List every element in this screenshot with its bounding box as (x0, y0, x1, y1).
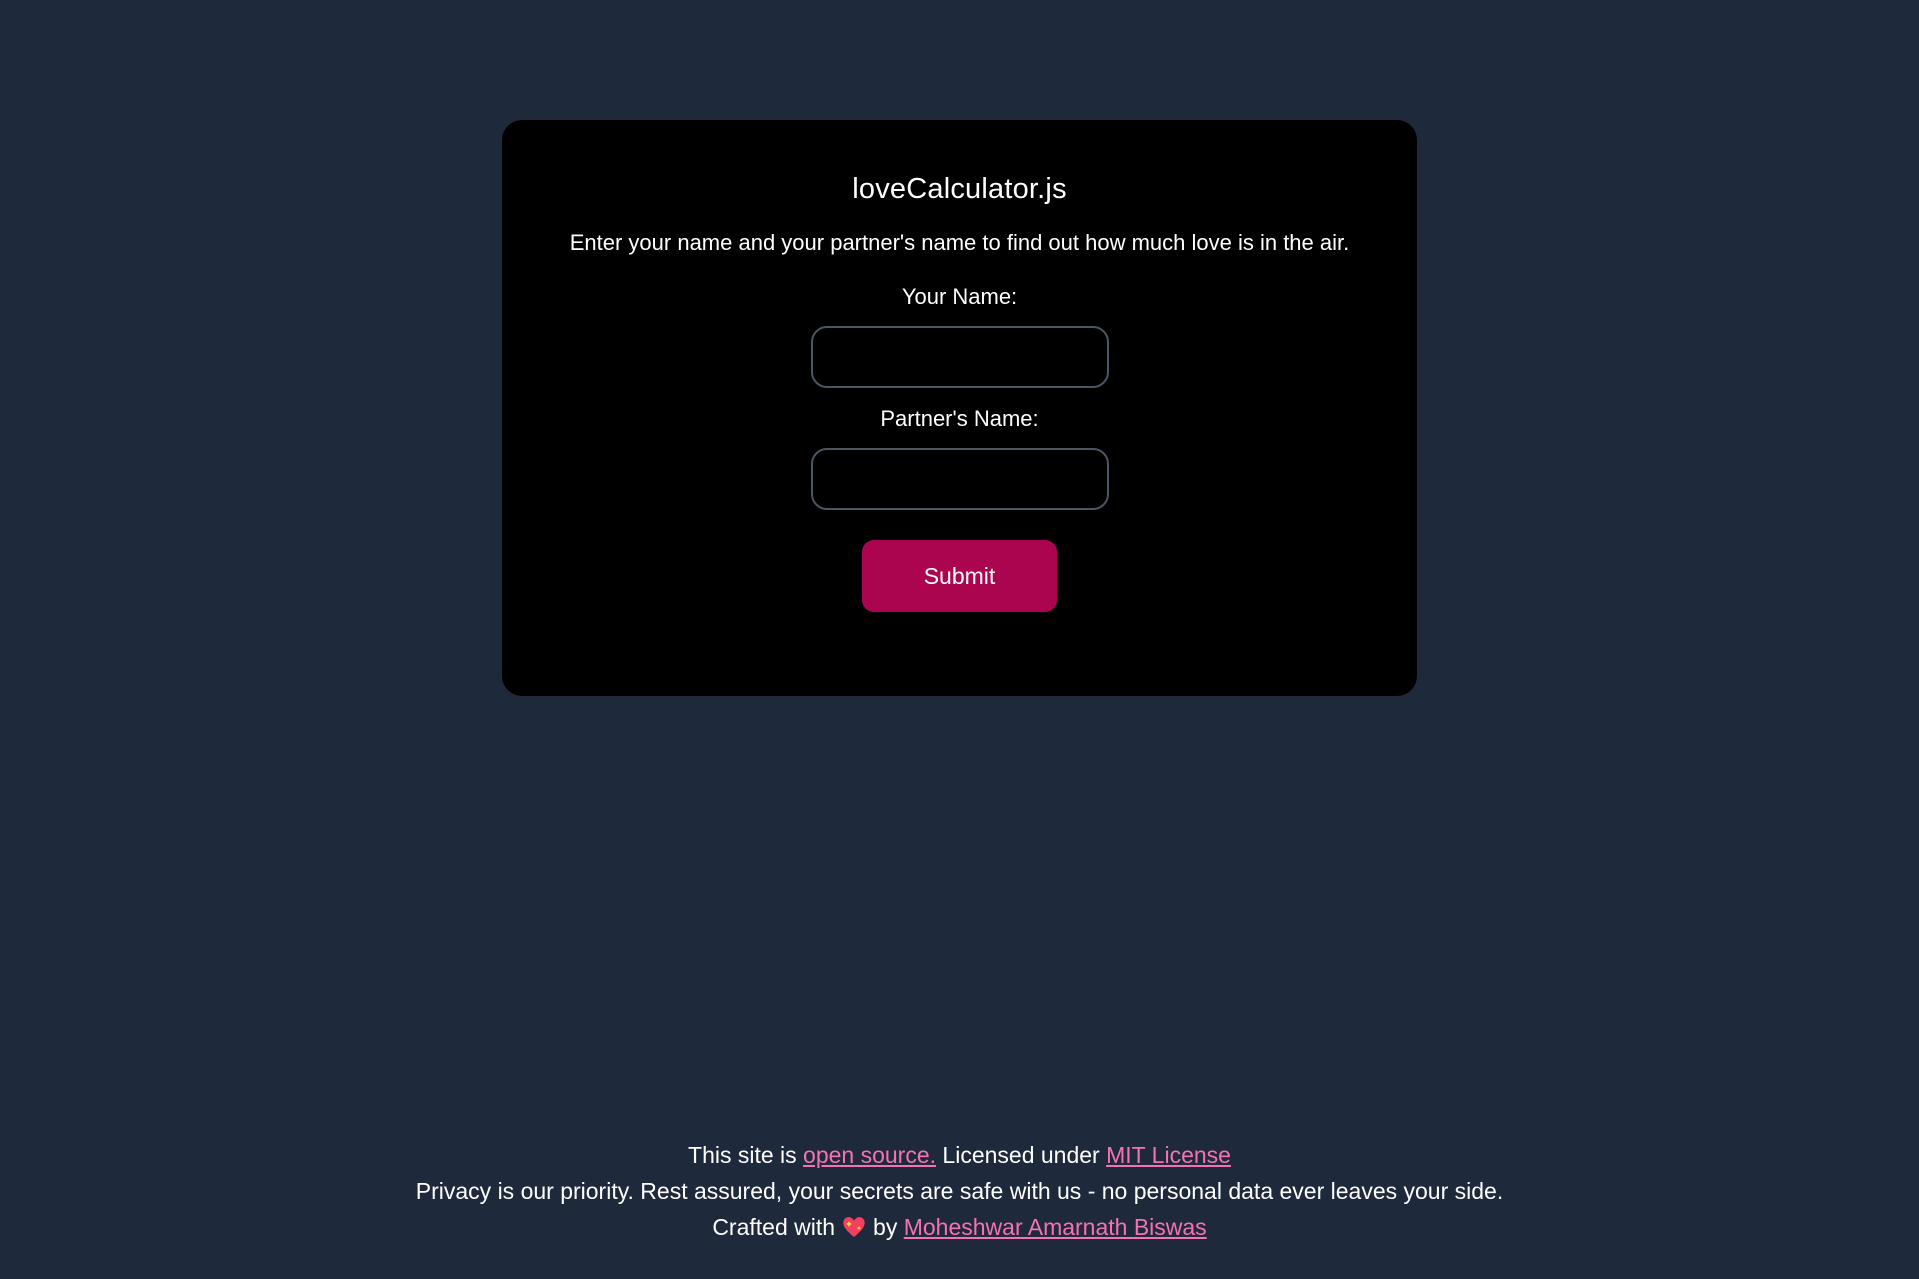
partner-name-label: Partner's Name: (880, 406, 1039, 431)
app-description: Enter your name and your partner's name … (569, 230, 1350, 255)
footer-text: Crafted with (712, 1214, 836, 1240)
page: loveCalculator.js Enter your name and yo… (0, 0, 1919, 1279)
partner-name-input[interactable] (810, 448, 1109, 510)
footer-line-license: This site is open source. Licensed under… (0, 1137, 1919, 1173)
open-source-link[interactable]: open source. (803, 1142, 936, 1168)
your-name-input[interactable] (810, 326, 1109, 388)
submit-button[interactable]: Submit (862, 540, 1057, 612)
footer-line-credits: Crafted with by Moheshwar Amarnath Biswas (0, 1209, 1919, 1245)
your-name-label: Your Name: (901, 284, 1018, 309)
footer-text: This site is (688, 1142, 804, 1168)
author-link[interactable]: Moheshwar Amarnath Biswas (904, 1214, 1207, 1240)
footer: This site is open source. Licensed under… (0, 1137, 1919, 1245)
sparkling-heart-icon (841, 1213, 867, 1237)
mit-license-link[interactable]: MIT License (1106, 1142, 1231, 1168)
app-title: loveCalculator.js (852, 173, 1067, 205)
footer-text: by (873, 1214, 898, 1240)
footer-line-privacy: Privacy is our priority. Rest assured, y… (415, 1178, 1504, 1204)
calculator-card: loveCalculator.js Enter your name and yo… (502, 120, 1417, 696)
footer-text: Licensed under (936, 1142, 1107, 1168)
